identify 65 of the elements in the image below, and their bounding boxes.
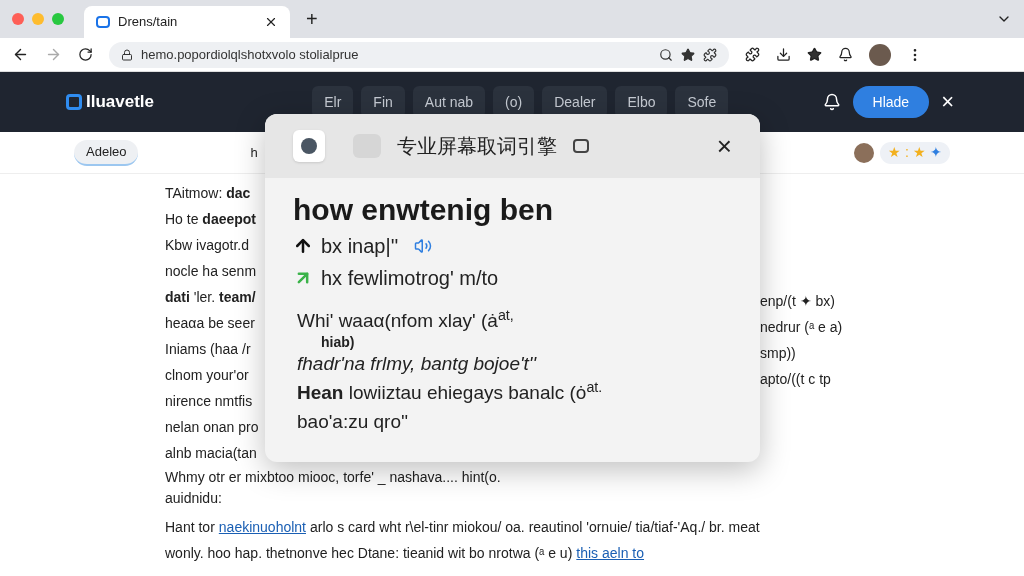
site-logo[interactable]: Iluavetle — [86, 89, 155, 115]
lock-icon — [121, 48, 133, 61]
tab-title: Drens/tain — [118, 13, 179, 32]
definition-note: hiab) — [320, 335, 355, 349]
logo-icon — [66, 94, 82, 110]
article-text: dati 'ler. team/ — [165, 288, 256, 307]
rating-mark: ★ — [888, 143, 902, 162]
article-text: enp/(t ✦ bx) — [760, 292, 836, 311]
article-link[interactable]: this aeln to — [576, 540, 645, 566]
rating-mark: ★ — [913, 143, 926, 162]
article-text: clnom your'or — [165, 366, 249, 385]
pronunciation: hx fewlimotrog' m/to — [321, 266, 499, 291]
arrow-up-icon — [293, 236, 313, 256]
popup-title: 专业屏幕取词引擎 — [397, 134, 557, 159]
pronunciation: bx inap|'' — [321, 234, 399, 259]
speaker-icon[interactable] — [414, 237, 433, 255]
article-text: wonly. hoo hap. thetnonve hec Dtane: tieanid wit bo nrotwa (ᵃ e u) — [165, 544, 573, 563]
article-text: arlo s card wht r\el-tinr miokou/ oa. reautinol 'ornuie/ tia/tiaf-'Aq./ br. meat — [310, 518, 760, 537]
article-text: Whmy otr er mixbtoo mioοc, torfe' _ nashava.... hint(o. — [165, 468, 501, 487]
bell-icon[interactable] — [838, 47, 853, 62]
close-button[interactable]: × — [716, 133, 732, 159]
headword: how enwtenig ben — [293, 192, 554, 228]
browser-tab[interactable]: Drens/tain — [84, 6, 290, 38]
article-text: heaαa be seer — [165, 314, 255, 333]
search-icon[interactable] — [659, 47, 673, 62]
back-icon[interactable] — [12, 46, 29, 63]
rating-mark: ✦ — [930, 143, 942, 162]
star-icon[interactable] — [807, 47, 822, 62]
definition: fhadr'na frlmy, bantg bojoe't'' — [297, 352, 538, 376]
article-text: Kbw ivagotr.d — [165, 236, 250, 255]
rating-mark: : — [905, 143, 909, 162]
article-link[interactable]: naekinuoholnt — [218, 514, 306, 540]
address-text: hemo.popordiolqlshotxvolo stolialprue — [141, 45, 360, 64]
sub-tab[interactable]: Adeleo — [74, 139, 139, 166]
article-text: Ho te daeepot — [165, 210, 257, 229]
tab-favicon-icon — [96, 16, 110, 28]
puzzle-icon[interactable] — [703, 47, 717, 62]
cta-button[interactable]: Hlade — [852, 86, 930, 118]
definition: Whi' waaα(nfom xlay' (ȧ$^{at,}$ — [297, 306, 515, 333]
article-text: Iniams (haa /r — [165, 340, 251, 359]
profile-avatar[interactable] — [869, 43, 891, 66]
definition: Hean lowiiztau ehiegays banalc (ȯ$^{at.}$ — [297, 378, 604, 405]
new-tab-button[interactable]: + — [298, 9, 326, 29]
extension-icon[interactable] — [745, 47, 760, 62]
close-tab-icon[interactable] — [264, 15, 278, 29]
article-text: smp)) — [760, 344, 796, 363]
notification-icon[interactable] — [822, 93, 841, 111]
article-text: apto/((t c tp — [760, 370, 831, 389]
download-icon[interactable] — [776, 47, 791, 62]
article-text: auidnidu: — [165, 489, 222, 508]
article-text: nelan onan pro — [165, 418, 259, 437]
article-text: Hant tor — [165, 518, 215, 537]
article-text: TAitmow: dac — [165, 184, 251, 203]
article-text: nedrur (ᵃ e a) — [760, 318, 843, 337]
bookmark-icon[interactable] — [681, 47, 695, 62]
reload-icon[interactable] — [78, 47, 93, 62]
address-field[interactable]: hemo.popordiolqlshotxvolo stolialprue — [109, 41, 729, 68]
close-button[interactable]: × — [941, 91, 954, 113]
article-text: alnb macia(tan — [165, 444, 257, 463]
definition: bao'a:zu qro'' — [297, 410, 410, 434]
app-icon — [293, 130, 325, 162]
article-text: nirence nmtfis — [165, 392, 253, 411]
article-text: nocle ha senm — [165, 262, 257, 281]
sub-tab[interactable]: h — [238, 139, 270, 166]
user-avatar — [854, 142, 875, 163]
